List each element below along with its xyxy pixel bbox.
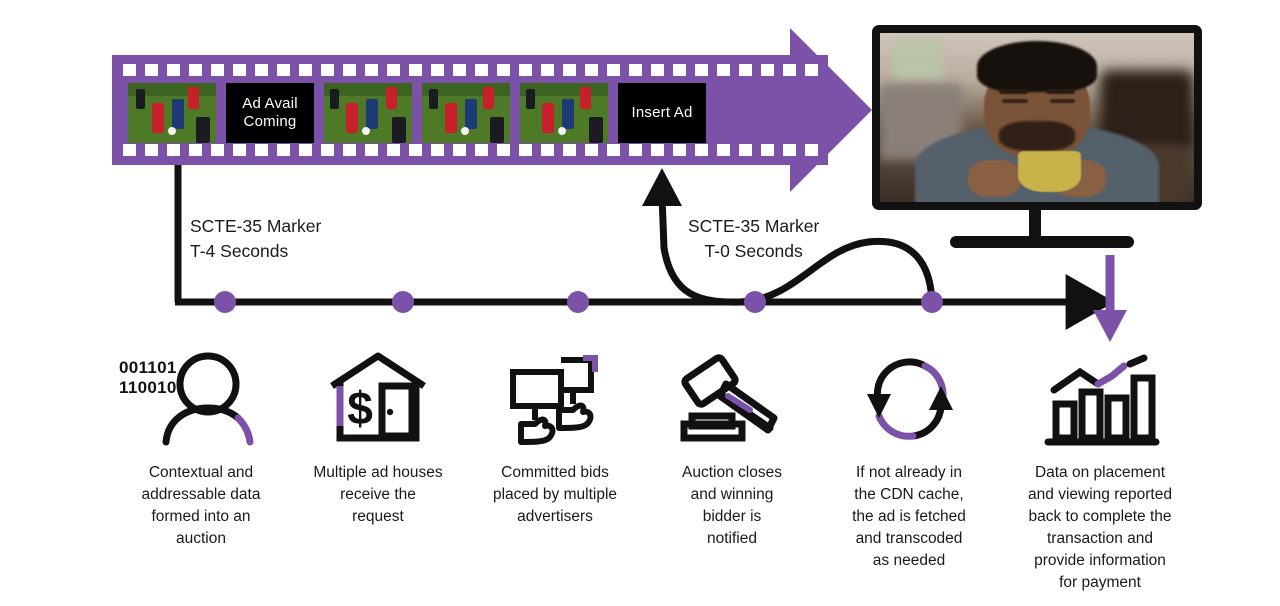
step-icon-wrap (1000, 350, 1200, 446)
refresh-cycle-icon (867, 358, 953, 440)
step-icon-wrap (467, 350, 643, 446)
step-auction-closes: Auction closes and winning bidder is not… (644, 350, 820, 550)
diagram-canvas: Ad Avail Coming Insert Ad SCTE-35 Marker… (0, 0, 1280, 606)
timeline-dot (744, 291, 766, 313)
gavel-icon (680, 354, 778, 442)
timeline-dot (392, 291, 414, 313)
step-icon-wrap (644, 350, 820, 446)
timeline-dot (214, 291, 236, 313)
process-steps: 001101 110010 Contextual and addressable… (0, 350, 1280, 600)
step-icon-wrap (821, 350, 997, 446)
step-reporting-data: Data on placement and viewing reported b… (1000, 350, 1200, 594)
timeline-dot (921, 291, 943, 313)
step-caption: Data on placement and viewing reported b… (1028, 464, 1172, 591)
bar-chart-growth-icon (1044, 354, 1160, 446)
step-committed-bids: Committed bids placed by multiple advert… (467, 350, 643, 528)
step-caption: If not already in the CDN cache, the ad … (852, 464, 966, 569)
step-caption: Contextual and addressable data formed i… (141, 464, 261, 547)
reporting-arrow-head (1093, 310, 1127, 342)
step-caption: Auction closes and winning bidder is not… (682, 464, 782, 547)
step-icon-wrap: 001101 110010 (113, 350, 289, 446)
ad-house-dollar-icon: $ (330, 352, 426, 442)
bid-cards-hands-icon (510, 355, 598, 445)
step-ad-houses: $ Multiple ad houses receive the request (290, 350, 466, 528)
svg-text:$: $ (347, 382, 373, 434)
step-cdn-cache: If not already in the CDN cache, the ad … (821, 350, 997, 572)
scte35-t0-arrowhead (642, 168, 682, 206)
scte35-marker-t0-label: SCTE-35 Marker T-0 Seconds (688, 216, 820, 261)
binary-data-label: 001101 110010 (119, 358, 177, 398)
step-contextual-data: 001101 110010 Contextual and addressable… (113, 350, 289, 550)
scte35-marker-t4-label: SCTE-35 Marker T-4 Seconds (190, 216, 322, 261)
step-caption: Multiple ad houses receive the request (313, 464, 443, 525)
step-caption: Committed bids placed by multiple advert… (492, 464, 618, 525)
timeline-dot (567, 291, 589, 313)
step-icon-wrap: $ (290, 350, 466, 446)
